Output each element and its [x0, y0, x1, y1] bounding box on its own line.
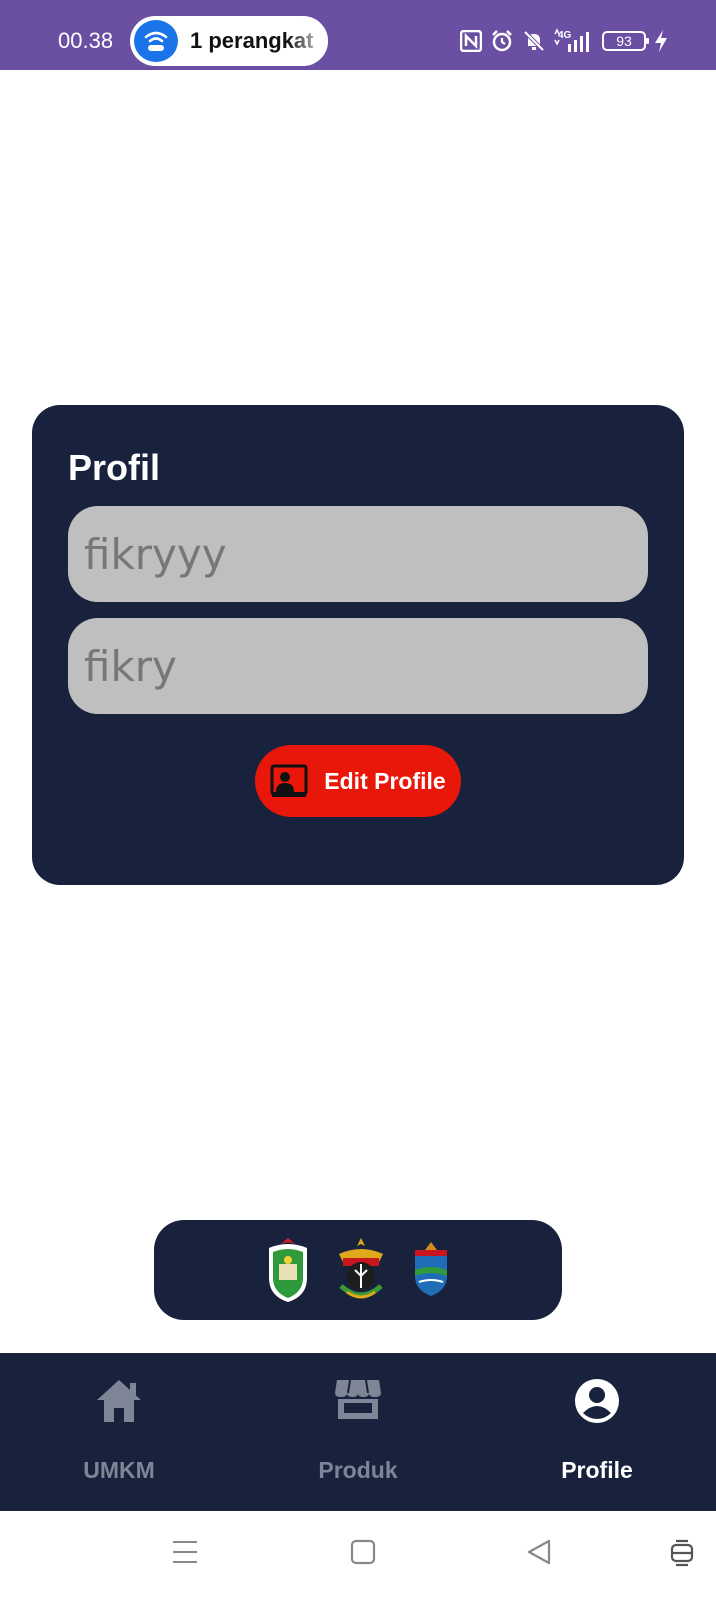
- wifi-hotspot-icon: [134, 20, 178, 62]
- battery-icon: 93: [602, 31, 649, 51]
- profile-card: Profil Edit Profile: [32, 405, 684, 885]
- nav-item-umkm[interactable]: UMKM: [0, 1353, 238, 1511]
- store-icon: [335, 1379, 381, 1419]
- bottom-navigation: UMKM Produk Profile: [0, 1353, 716, 1511]
- status-bar: 00.38 1 perangkat 4G 93: [0, 0, 716, 70]
- bell-off-icon: [523, 30, 545, 52]
- logo-strip: [154, 1220, 562, 1320]
- green-shield-emblem-icon: [269, 1238, 307, 1302]
- nav-label-profile: Profile: [561, 1457, 633, 1483]
- nav-label-produk: Produk: [318, 1457, 398, 1483]
- menu-icon[interactable]: [172, 1539, 198, 1565]
- username-field[interactable]: [68, 506, 648, 602]
- name-field[interactable]: [68, 618, 648, 714]
- profile-title: Profil: [68, 447, 161, 488]
- garuda-emblem-icon: [339, 1238, 383, 1299]
- account-circle-icon: [575, 1379, 619, 1423]
- back-triangle-icon[interactable]: [526, 1539, 552, 1565]
- accessibility-icon[interactable]: [668, 1539, 696, 1567]
- nav-label-umkm: UMKM: [83, 1457, 155, 1483]
- nav-item-profile[interactable]: Profile: [478, 1353, 716, 1511]
- hotspot-chip[interactable]: 1 perangkat: [130, 16, 328, 66]
- system-navigation-bar: [0, 1511, 716, 1600]
- home-square-icon[interactable]: [350, 1539, 376, 1565]
- status-icons: 4G 93: [460, 26, 668, 56]
- edit-profile-button[interactable]: Edit Profile: [255, 745, 461, 817]
- contact-card-icon: [270, 764, 308, 797]
- home-icon: [97, 1380, 141, 1422]
- blue-shield-emblem-icon: [415, 1242, 447, 1296]
- status-time: 00.38: [58, 28, 114, 53]
- alarm-icon: [492, 30, 512, 52]
- edit-profile-label: Edit Profile: [324, 767, 446, 794]
- svg-text:4G: 4G: [558, 30, 572, 41]
- charging-icon: [655, 30, 667, 52]
- nav-item-produk[interactable]: Produk: [239, 1353, 477, 1511]
- nfc-icon: [460, 30, 482, 52]
- signal-4g-icon: 4G: [554, 28, 589, 52]
